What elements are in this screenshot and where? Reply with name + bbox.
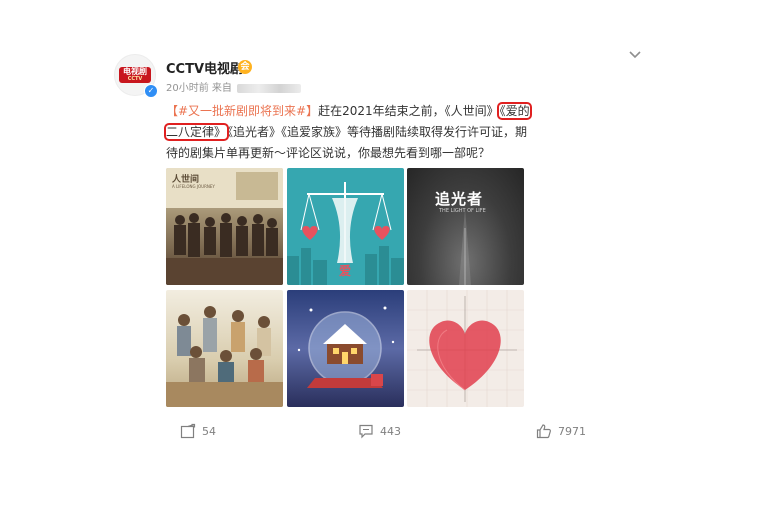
t3-title: 追光者 (435, 190, 484, 208)
snow-globe-illustration (297, 306, 395, 388)
comment-icon (359, 424, 373, 439)
avatar-logo-text: 电视剧 (123, 67, 147, 76)
avatar-logo-sub: CCTV (127, 76, 143, 82)
heart-graph-illustration (407, 290, 524, 407)
post-time[interactable]: 20小时前 (166, 83, 209, 94)
like-button[interactable]: 7971 (536, 420, 586, 442)
member-crown-icon: 会 (238, 60, 252, 74)
comment-button[interactable]: 443 (358, 420, 401, 442)
weibo-post-card: 电视剧 CCTV ✓ CCTV电视剧 会 20小时前 来自 【#又一批新剧即将到… (0, 0, 768, 512)
repost-button[interactable]: 54 (180, 420, 216, 442)
hashtag-link[interactable]: 【#又一批新剧即将到来#】 (166, 104, 318, 118)
repost-count: 54 (202, 424, 216, 438)
post-text: 【#又一批新剧即将到来#】赶在2021年结束之前，《人世间》《爱的二八定律》《追… (164, 101, 536, 164)
image-thumbnail-2[interactable]: 爱 (287, 168, 404, 285)
t1-subtitle: A LIFELONG JOURNEY (172, 184, 215, 189)
image-grid: 人世间 A LIFELONG JOURNEY 爱 追光者 THE LIGHT O… (166, 168, 524, 408)
post-text-part1: 赶在2021年结束之前，《人世间》 (318, 104, 499, 118)
verified-badge-icon: ✓ (144, 84, 158, 98)
image-thumbnail-1[interactable]: 人世间 A LIFELONG JOURNEY (166, 168, 283, 285)
author-name[interactable]: CCTV电视剧 (166, 58, 243, 77)
t2-text: 爱 (339, 264, 352, 278)
t3-subtitle: THE LIGHT OF LIFE (439, 208, 486, 214)
blurred-source (237, 83, 302, 93)
source-prefix: 来自 (211, 83, 232, 94)
cctv-drama-logo: 电视剧 CCTV (119, 67, 151, 83)
action-bar: 54 443 7971 (0, 420, 768, 444)
like-count: 7971 (558, 424, 586, 438)
chevron-down-icon[interactable] (628, 48, 642, 62)
image-thumbnail-3[interactable]: 追光者 THE LIGHT OF LIFE (407, 168, 524, 285)
family-table-illustration (166, 306, 283, 407)
image-thumbnail-5[interactable] (287, 290, 404, 407)
thumbs-up-icon (536, 424, 551, 439)
post-meta: 20小时前 来自 (166, 79, 302, 94)
repost-icon (180, 423, 196, 439)
image-thumbnail-4[interactable] (166, 290, 283, 407)
image-thumbnail-6[interactable] (407, 290, 524, 407)
comment-count: 443 (380, 424, 401, 438)
light-beam-illustration (459, 208, 471, 285)
